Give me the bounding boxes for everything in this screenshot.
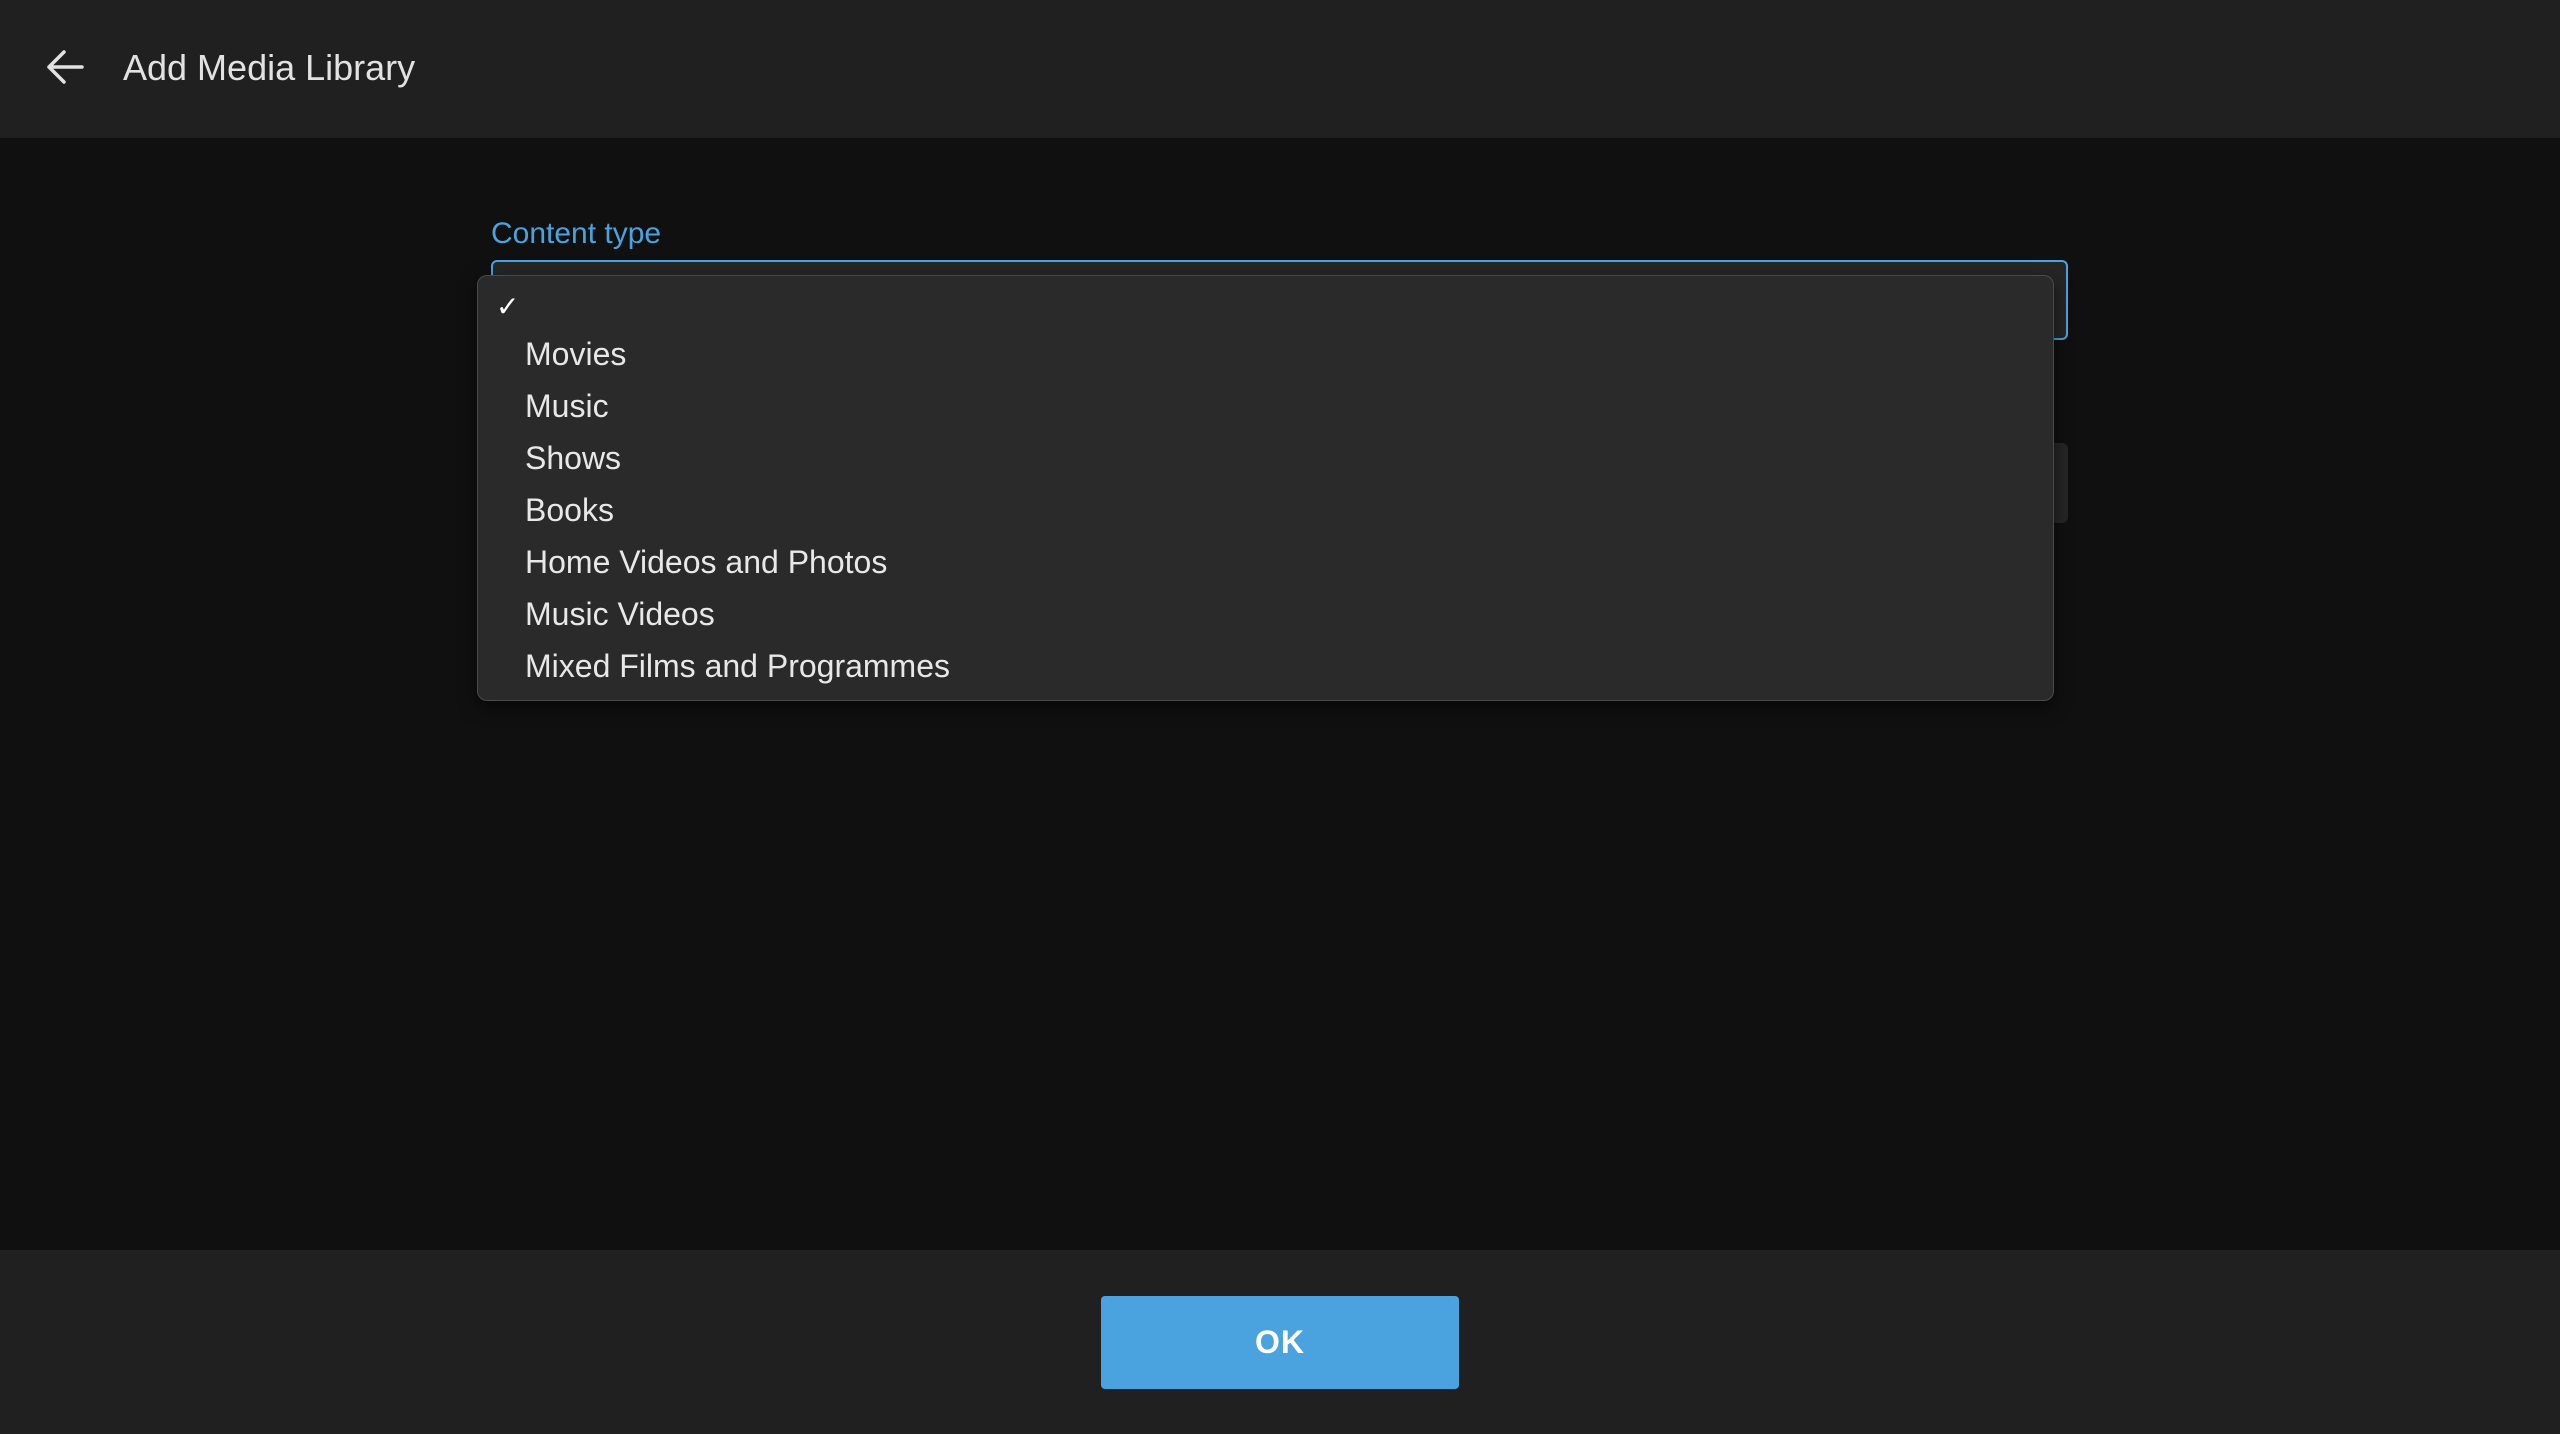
option-music-videos[interactable]: Music Videos bbox=[478, 588, 2053, 640]
top-bar: Add Media Library bbox=[0, 0, 2560, 138]
content-type-label: Content type bbox=[491, 217, 662, 250]
option-label: Music bbox=[525, 388, 609, 424]
page-title: Add Media Library bbox=[123, 47, 416, 88]
arrow-left-icon bbox=[47, 50, 84, 84]
option-label: Mixed Films and Programmes bbox=[525, 648, 950, 684]
option-empty[interactable]: ✓ bbox=[478, 286, 2053, 328]
footer-bar: OK bbox=[0, 1250, 2560, 1434]
option-label: Movies bbox=[525, 336, 627, 372]
ok-button[interactable]: OK bbox=[1101, 1296, 1459, 1389]
option-label: Music Videos bbox=[525, 596, 715, 632]
option-label: Books bbox=[525, 492, 614, 528]
option-label: Shows bbox=[525, 440, 622, 476]
back-button[interactable] bbox=[34, 36, 96, 98]
option-label: Home Videos and Photos bbox=[525, 544, 888, 580]
check-icon: ✓ bbox=[496, 291, 520, 322]
option-shows[interactable]: Shows bbox=[478, 432, 2053, 484]
option-books[interactable]: Books bbox=[478, 484, 2053, 536]
option-mixed[interactable]: Mixed Films and Programmes bbox=[478, 640, 2053, 692]
content-type-dropdown: ✓ Movies Music Shows Books Home Videos a… bbox=[477, 275, 2054, 701]
option-home-videos[interactable]: Home Videos and Photos bbox=[478, 536, 2053, 588]
option-movies[interactable]: Movies bbox=[478, 328, 2053, 380]
option-music[interactable]: Music bbox=[478, 380, 2053, 432]
